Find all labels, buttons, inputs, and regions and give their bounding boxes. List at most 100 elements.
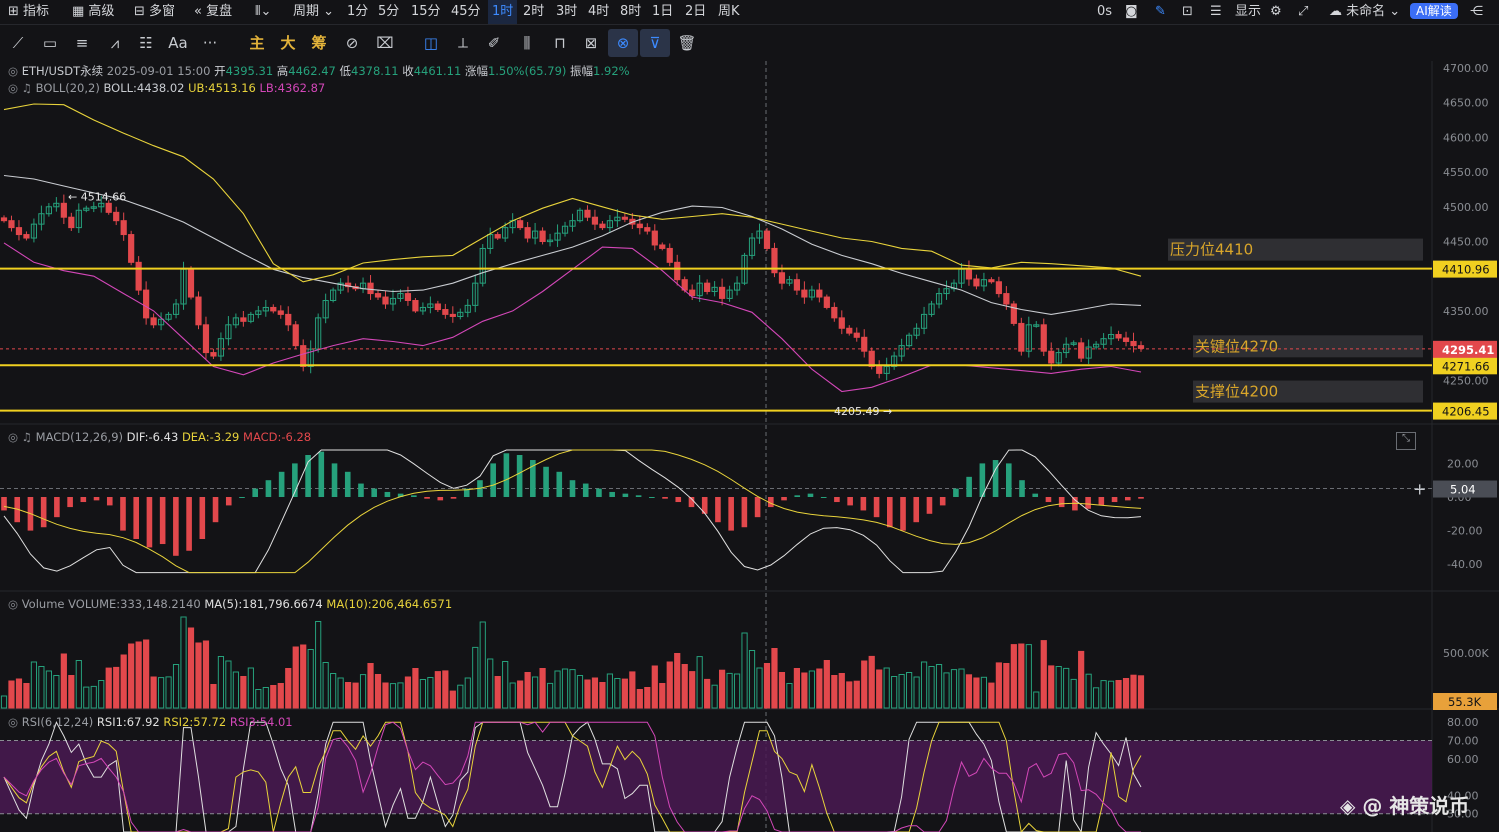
- compare-icon[interactable]: ⫼: [514, 29, 540, 57]
- fibonacci-icon[interactable]: ☷: [134, 29, 158, 57]
- auto-draw-icon[interactable]: ⊘: [339, 29, 365, 57]
- candle-body: [988, 279, 995, 283]
- crosshair-tag-text: 5.04: [1450, 483, 1476, 497]
- chart-type-button[interactable]: ⫴⌄: [255, 0, 271, 24]
- lock-icon[interactable]: ⊓: [547, 29, 573, 57]
- share-icon[interactable]: ⋲: [1470, 0, 1483, 24]
- candle-body: [636, 223, 643, 229]
- interval-tab-45分[interactable]: 45分: [451, 0, 481, 24]
- boll-name[interactable]: BOLL(20,2): [36, 81, 100, 95]
- macd-bar: [913, 497, 920, 523]
- trendline-icon[interactable]: ⟋: [6, 29, 30, 57]
- interval-tab-4时[interactable]: 4时: [588, 0, 609, 24]
- period-dropdown[interactable]: 周期 ⌄: [293, 0, 334, 24]
- main-force-button[interactable]: 主: [244, 29, 270, 57]
- bell-icon[interactable]: ♫: [22, 81, 32, 95]
- macd-bar: [199, 497, 206, 539]
- interval-tab-2时[interactable]: 2时: [523, 0, 544, 24]
- link-icon[interactable]: ⊗: [608, 29, 638, 57]
- volume-bar: [404, 676, 412, 709]
- multiwindow-button[interactable]: ⊟ 多窗: [134, 0, 175, 24]
- bar-datetime: 2025-09-01 15:00: [106, 64, 211, 78]
- candle-body: [1040, 324, 1047, 352]
- volume-name[interactable]: Volume: [22, 597, 65, 611]
- magnet-icon[interactable]: ◫: [418, 29, 444, 57]
- price-tag-text-key: 4271.66: [1442, 359, 1490, 373]
- display-button[interactable]: 显示: [1235, 0, 1261, 24]
- macd-bar: [318, 451, 325, 497]
- expand-pane-icon[interactable]: ⤡: [1396, 432, 1416, 450]
- advanced-button[interactable]: ▦ 高级: [72, 0, 114, 24]
- volume-bar: [1048, 665, 1055, 709]
- candle-body: [1078, 342, 1085, 359]
- chevron-down-icon: ⌄: [319, 4, 335, 19]
- parallel-lines-icon[interactable]: ≡: [70, 29, 94, 57]
- big-order-button[interactable]: 大: [275, 29, 301, 57]
- macd-name[interactable]: MACD(12,26,9): [36, 430, 123, 444]
- indicators-button[interactable]: ⊞ 指标: [8, 0, 49, 24]
- cloud-save-button[interactable]: ☁ 未命名 ⌄: [1329, 0, 1400, 24]
- candle-body: [1048, 350, 1055, 364]
- volume-bar: [599, 682, 606, 709]
- macd-bar: [331, 463, 338, 497]
- drawing-toolbar: ⟋ ▭ ≡ ⩘ ☷ Aa ··· 主 大 筹 ⊘ ⌧ ◫ ⟂ ✐ ⫼ ⊓ ⊠ ⊗…: [0, 25, 1499, 62]
- volume-bar: [300, 644, 307, 709]
- wave-icon[interactable]: ⩘: [102, 29, 128, 57]
- text-tool[interactable]: Aa: [164, 29, 192, 57]
- macd-bar: [54, 497, 60, 518]
- interval-tab-1时[interactable]: 1时: [488, 0, 518, 24]
- eye-icon[interactable]: ◎: [8, 64, 22, 78]
- macd-bar: [106, 497, 113, 506]
- layout-icon[interactable]: ⊡: [1182, 0, 1193, 24]
- volume-bar: [1130, 674, 1137, 709]
- interval-tab-周K[interactable]: 周K: [718, 0, 740, 24]
- volume-bar: [449, 690, 456, 709]
- ai-interpret-button[interactable]: AI解读: [1410, 2, 1458, 22]
- price-axis-tick: 4500.00: [1443, 201, 1489, 214]
- pencil-icon[interactable]: ✎: [1155, 0, 1166, 24]
- volume-bar: [861, 660, 868, 709]
- open-value: 4395.31: [225, 64, 274, 78]
- volume-bar: [965, 674, 973, 709]
- chip-button[interactable]: 筹: [306, 29, 332, 57]
- more-tools[interactable]: ···: [197, 29, 223, 57]
- erase-drawing-icon[interactable]: ⌧: [372, 29, 398, 57]
- logo-icon: ◈ @: [1340, 794, 1390, 818]
- candle-body: [539, 230, 546, 242]
- candle-body: [8, 220, 15, 229]
- interval-tab-1日[interactable]: 1日: [652, 0, 673, 24]
- rsi-name[interactable]: RSI(6,12,24): [22, 715, 94, 729]
- ruler-icon[interactable]: ⟂: [450, 29, 476, 57]
- macd-bar: [159, 497, 166, 545]
- candle-body: [0, 217, 8, 222]
- eye-icon[interactable]: ◎: [8, 597, 22, 611]
- interval-tab-1分[interactable]: 1分: [347, 0, 368, 24]
- volume-bar: [150, 676, 157, 709]
- volume-bar: [412, 668, 419, 709]
- interval-tab-15分[interactable]: 15分: [411, 0, 441, 24]
- eye-icon[interactable]: ◎: [8, 430, 22, 444]
- volume-bar: [629, 671, 636, 709]
- interval-tab-8时[interactable]: 8时: [620, 0, 641, 24]
- candle-body: [846, 327, 853, 334]
- bell-icon[interactable]: ♫: [22, 430, 32, 444]
- rectangle-icon[interactable]: ▭: [38, 29, 62, 57]
- replay-button[interactable]: « 复盘: [194, 0, 232, 24]
- volume-bar: [1010, 644, 1017, 709]
- eye-icon[interactable]: ◎: [8, 81, 22, 95]
- trash-icon[interactable]: 🗑: [674, 29, 700, 57]
- list-icon[interactable]: ☰: [1210, 0, 1222, 24]
- note-icon[interactable]: ⊠: [578, 29, 604, 57]
- volume-bar: [1003, 663, 1010, 709]
- settings-icon[interactable]: ⚙: [1270, 0, 1282, 24]
- eye-icon[interactable]: ◎: [8, 715, 22, 729]
- volume-value: VOLUME:333,148.2140: [68, 597, 201, 611]
- interval-tab-2日[interactable]: 2日: [685, 0, 706, 24]
- interval-tab-3时[interactable]: 3时: [556, 0, 577, 24]
- brush-icon[interactable]: ✐: [481, 29, 507, 57]
- fullscreen-icon[interactable]: ⤢: [1298, 0, 1308, 24]
- volume-bar: [494, 676, 501, 709]
- camera-icon[interactable]: ◙: [1125, 0, 1138, 24]
- filter-icon[interactable]: ⊽: [640, 29, 670, 57]
- interval-tab-5分[interactable]: 5分: [378, 0, 399, 24]
